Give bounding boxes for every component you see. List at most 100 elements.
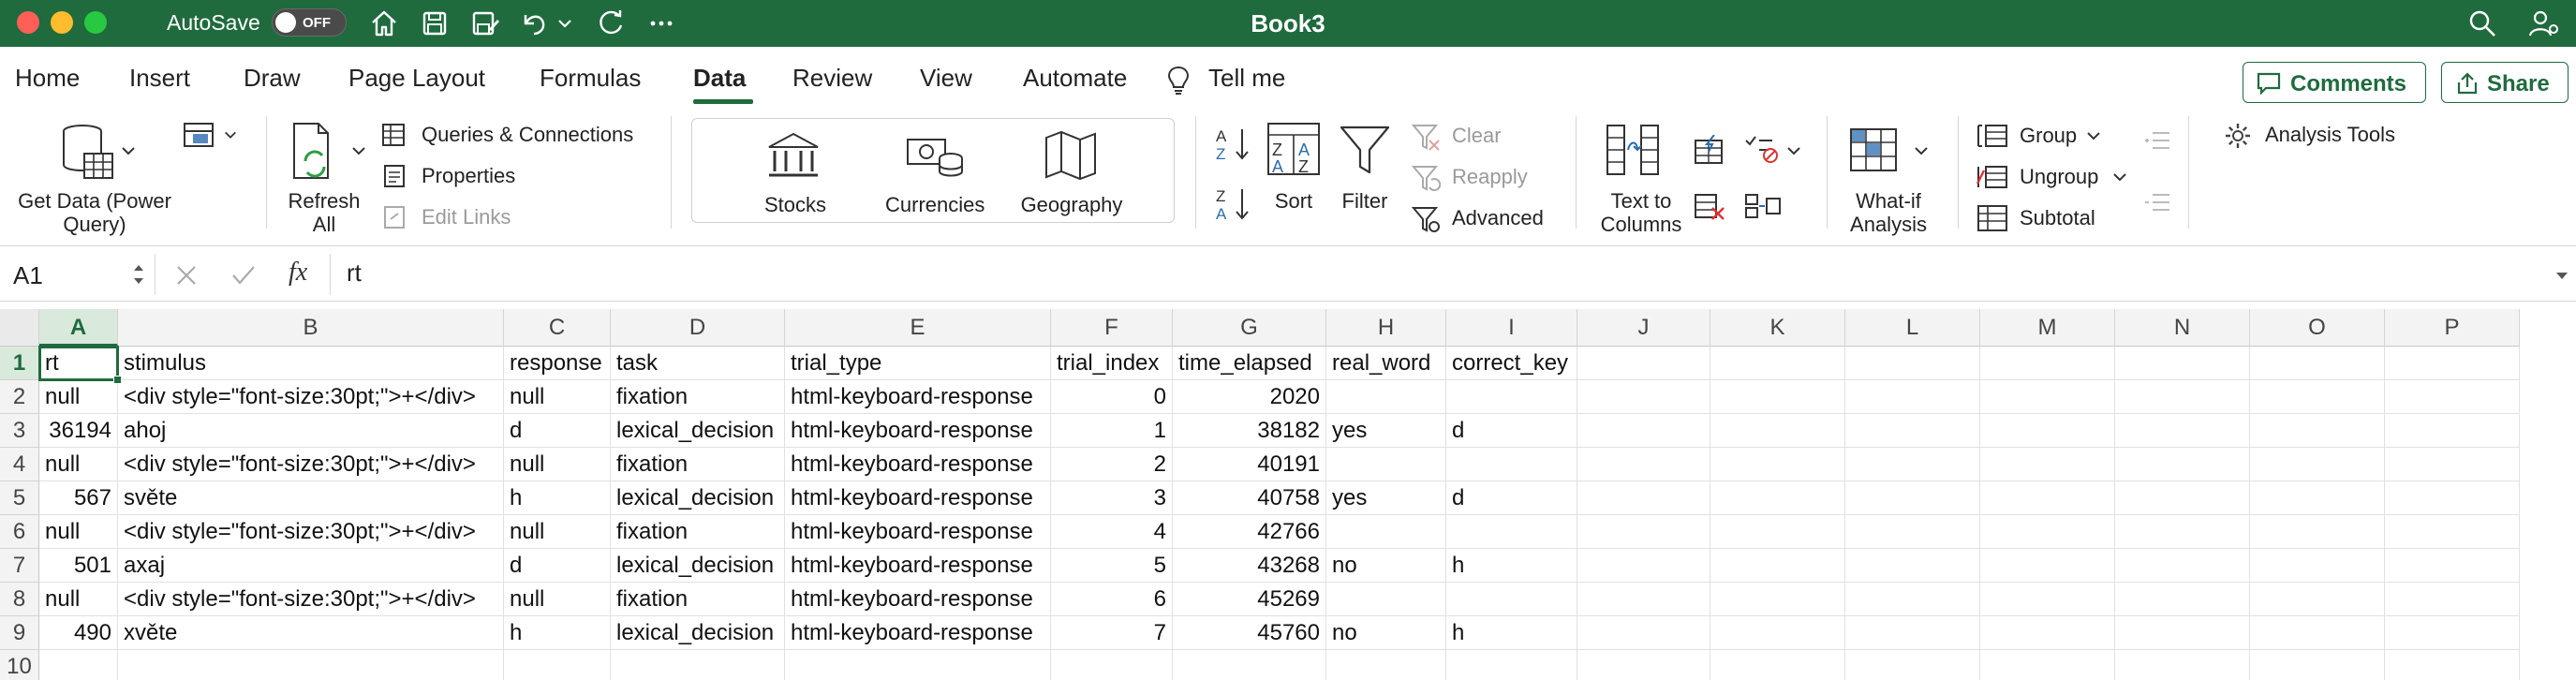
cell-h9[interactable]: no: [1326, 616, 1446, 650]
cell-e2[interactable]: html-keyboard-response: [785, 380, 1051, 414]
tab-tell-me[interactable]: Tell me: [1208, 64, 1285, 93]
cell-b4[interactable]: <div style="font-size:30pt;">+</div>: [118, 448, 504, 481]
what-if-analysis-icon[interactable]: [1849, 126, 1902, 176]
cell-h5[interactable]: yes: [1326, 481, 1446, 515]
cell-l5[interactable]: [1845, 481, 1980, 515]
cell-g2[interactable]: 2020: [1173, 380, 1326, 414]
cell-b2[interactable]: <div style="font-size:30pt;">+</div>: [118, 380, 504, 414]
cell-h8[interactable]: [1326, 583, 1446, 616]
cell-a10[interactable]: [39, 650, 118, 680]
sort-label[interactable]: Sort: [1266, 189, 1321, 213]
filter-icon[interactable]: [1338, 124, 1392, 178]
cell-a4[interactable]: null: [39, 448, 118, 481]
cell-f1[interactable]: trial_index: [1051, 347, 1173, 380]
subtotal-icon[interactable]: [1976, 204, 2008, 232]
row-header-3[interactable]: 3: [0, 414, 39, 448]
chevron-down-icon[interactable]: [555, 7, 575, 40]
cell-b8[interactable]: <div style="font-size:30pt;">+</div>: [118, 583, 504, 616]
cell-h2[interactable]: [1326, 380, 1446, 414]
fill-handle[interactable]: [113, 376, 122, 384]
cell-d2[interactable]: fixation: [611, 380, 785, 414]
cell-b9[interactable]: xvěte: [118, 616, 504, 650]
chevron-down-icon[interactable]: [223, 127, 238, 142]
cell-i10[interactable]: [1446, 650, 1577, 680]
cell-o3[interactable]: [2250, 414, 2385, 448]
cell-h1[interactable]: real_word: [1326, 347, 1446, 380]
column-header-d[interactable]: D: [611, 309, 785, 347]
cell-k8[interactable]: [1710, 583, 1845, 616]
cell-e7[interactable]: html-keyboard-response: [785, 549, 1051, 583]
cell-a1[interactable]: rt: [39, 347, 118, 380]
cell-c3[interactable]: d: [504, 414, 611, 448]
cell-i1[interactable]: correct_key: [1446, 347, 1577, 380]
column-header-h[interactable]: H: [1326, 309, 1446, 347]
cell-g7[interactable]: 43268: [1173, 549, 1326, 583]
cell-j9[interactable]: [1577, 616, 1710, 650]
ungroup-icon[interactable]: [1976, 163, 2008, 191]
cell-i7[interactable]: h: [1446, 549, 1577, 583]
cell-m2[interactable]: [1980, 380, 2115, 414]
cell-b6[interactable]: <div style="font-size:30pt;">+</div>: [118, 515, 504, 549]
cell-h3[interactable]: yes: [1326, 414, 1446, 448]
cell-o8[interactable]: [2250, 583, 2385, 616]
cell-f4[interactable]: 2: [1051, 448, 1173, 481]
save-as-icon[interactable]: [468, 7, 502, 40]
cell-n2[interactable]: [2115, 380, 2250, 414]
geography-label[interactable]: Geography: [1016, 193, 1127, 216]
cell-a3[interactable]: 36194: [39, 414, 118, 448]
row-header-10[interactable]: 10: [0, 650, 39, 680]
cell-d7[interactable]: lexical_decision: [611, 549, 785, 583]
cell-f7[interactable]: 5: [1051, 549, 1173, 583]
column-header-f[interactable]: F: [1051, 309, 1173, 347]
chevron-down-icon[interactable]: [1913, 142, 1930, 159]
cell-l7[interactable]: [1845, 549, 1980, 583]
gear-icon[interactable]: [2224, 122, 2252, 150]
consolidate-icon[interactable]: [1744, 191, 1782, 221]
column-header-i[interactable]: I: [1446, 309, 1577, 347]
filter-label[interactable]: Filter: [1334, 189, 1396, 213]
chevron-down-icon[interactable]: [2085, 127, 2102, 144]
row-header-5[interactable]: 5: [0, 481, 39, 515]
cell-o10[interactable]: [2250, 650, 2385, 680]
cell-p7[interactable]: [2385, 549, 2520, 583]
maximize-window-button[interactable]: [84, 11, 107, 34]
tab-automate[interactable]: Automate: [1023, 64, 1127, 93]
cell-g5[interactable]: 40758: [1173, 481, 1326, 515]
row-header-4[interactable]: 4: [0, 448, 39, 481]
remove-duplicates-icon[interactable]: [1694, 191, 1725, 221]
cell-f9[interactable]: 7: [1051, 616, 1173, 650]
refresh-all-label[interactable]: Refresh All: [277, 189, 371, 236]
cell-g3[interactable]: 38182: [1173, 414, 1326, 448]
cell-p10[interactable]: [2385, 650, 2520, 680]
chevron-down-icon[interactable]: [120, 142, 137, 159]
tab-view[interactable]: View: [920, 64, 972, 93]
home-icon[interactable]: [367, 7, 401, 40]
column-header-p[interactable]: P: [2385, 309, 2520, 347]
advanced-filter-icon[interactable]: [1411, 204, 1441, 234]
cell-b10[interactable]: [118, 650, 504, 680]
queries-connections-label[interactable]: Queries & Connections: [422, 123, 633, 146]
column-header-o[interactable]: O: [2250, 309, 2385, 347]
cell-o6[interactable]: [2250, 515, 2385, 549]
cell-j6[interactable]: [1577, 515, 1710, 549]
worksheet-grid[interactable]: A B C D E F G H I J K L M N O P 1 rt stimulus response task t…: [0, 309, 2576, 680]
cell-j1[interactable]: [1577, 347, 1710, 380]
expand-formula-bar-icon[interactable]: [2554, 267, 2570, 284]
cell-i4[interactable]: [1446, 448, 1577, 481]
cell-d9[interactable]: lexical_decision: [611, 616, 785, 650]
tab-review[interactable]: Review: [792, 64, 872, 93]
cell-e6[interactable]: html-keyboard-response: [785, 515, 1051, 549]
cell-n9[interactable]: [2115, 616, 2250, 650]
cell-d5[interactable]: lexical_decision: [611, 481, 785, 515]
cell-d4[interactable]: fixation: [611, 448, 785, 481]
column-header-c[interactable]: C: [504, 309, 611, 347]
cell-a8[interactable]: null: [39, 583, 118, 616]
cell-p8[interactable]: [2385, 583, 2520, 616]
row-header-6[interactable]: 6: [0, 515, 39, 549]
cell-m3[interactable]: [1980, 414, 2115, 448]
cell-j4[interactable]: [1577, 448, 1710, 481]
get-data-label[interactable]: Get Data (Power Query): [6, 189, 184, 236]
cell-k3[interactable]: [1710, 414, 1845, 448]
cell-f10[interactable]: [1051, 650, 1173, 680]
cell-o1[interactable]: [2250, 347, 2385, 380]
